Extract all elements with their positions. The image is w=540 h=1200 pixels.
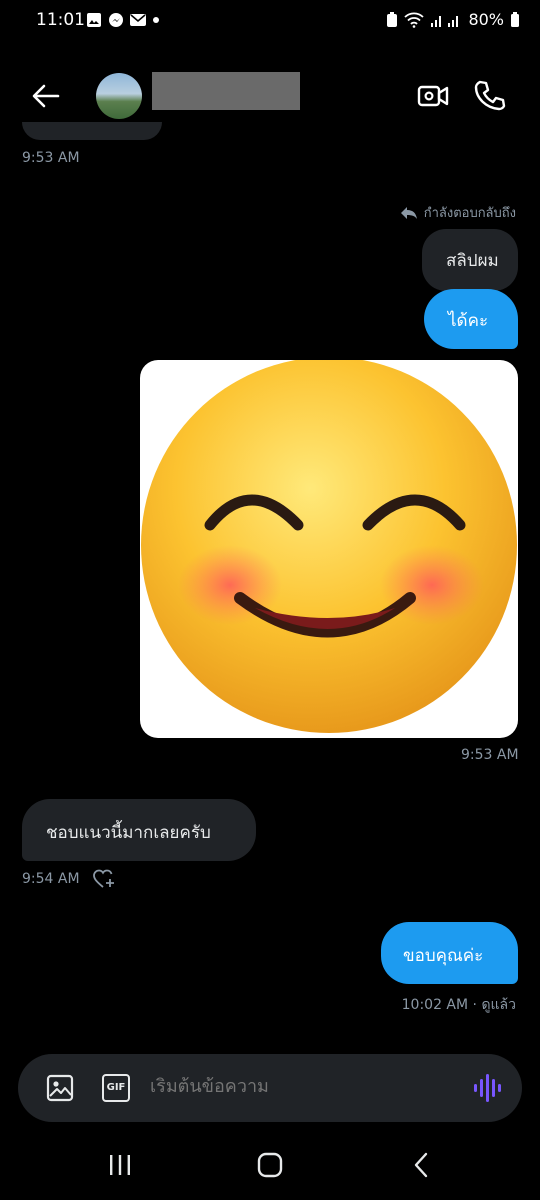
- incoming-message-time: 9:54 AM: [22, 871, 80, 887]
- gallery-notification-icon: [87, 13, 101, 27]
- quoted-message-bubble[interactable]: สลิปผม: [422, 229, 518, 291]
- nav-back-icon[interactable]: [412, 1152, 432, 1178]
- phone-icon[interactable]: [472, 78, 506, 112]
- home-icon[interactable]: [257, 1152, 283, 1178]
- previous-message-bubble[interactable]: [22, 122, 162, 140]
- incoming-message-bubble[interactable]: ชอบแนวนี้มากเลยครับ: [22, 799, 256, 861]
- messenger-notification-icon: [109, 13, 123, 27]
- signal-icon: [431, 15, 459, 27]
- reply-label: กำลังตอบกลับถึง: [423, 206, 516, 221]
- outgoing-message-bubble[interactable]: ขอบคุณค่ะ: [381, 922, 518, 984]
- reply-context: กำลังตอบกลับถึง: [400, 202, 516, 223]
- smiling-face-emoji-image: [141, 360, 517, 733]
- image-message[interactable]: [140, 360, 518, 738]
- battery-percent: 80%: [468, 10, 504, 29]
- add-reaction-heart-icon[interactable]: [92, 868, 116, 890]
- redacted-username[interactable]: [152, 72, 300, 110]
- status-right: 80%: [386, 10, 520, 29]
- back-arrow-icon[interactable]: [28, 78, 64, 114]
- outgoing-message-bubble[interactable]: ได้คะ: [424, 289, 518, 349]
- status-time: 11:01: [36, 10, 85, 30]
- image-attach-icon[interactable]: [46, 1074, 74, 1102]
- battery-saver-icon: [387, 11, 398, 27]
- status-notification-icons: [86, 12, 160, 28]
- avatar[interactable]: [96, 73, 142, 119]
- seen-status: 10:02 AM · ดูแล้ว: [401, 997, 516, 1013]
- voice-message-icon[interactable]: [472, 1072, 502, 1104]
- image-message-time: 9:53 AM: [461, 747, 519, 763]
- dot-notification-icon: [153, 17, 159, 23]
- video-call-icon[interactable]: [416, 80, 450, 112]
- wifi-icon: [404, 12, 425, 28]
- recent-apps-icon[interactable]: [108, 1154, 132, 1176]
- previous-message-time: 9:53 AM: [22, 150, 80, 166]
- message-input[interactable]: [150, 1076, 450, 1097]
- battery-icon: [511, 11, 519, 27]
- reply-arrow-icon: [400, 206, 417, 219]
- mail-notification-icon: [130, 14, 146, 26]
- gif-button[interactable]: GIF: [102, 1074, 130, 1102]
